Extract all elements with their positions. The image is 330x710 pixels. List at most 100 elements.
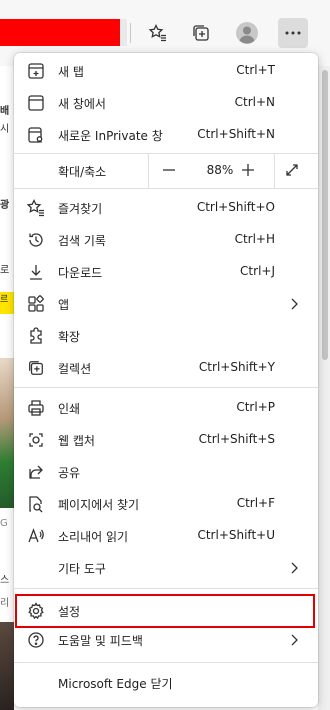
more-dots-icon <box>285 31 301 35</box>
help-icon <box>26 630 46 650</box>
minus-icon <box>163 169 175 171</box>
menu-item-downloads[interactable]: 다운로드 Ctrl+J <box>14 256 318 288</box>
menu-item-label: 다운로드 <box>58 266 103 280</box>
settings-and-more-button[interactable] <box>278 18 308 48</box>
menu-item-shortcut: Ctrl+Shift+Y <box>198 360 275 374</box>
menu-item-help-feedback[interactable]: 도움말 및 피드백 <box>14 624 318 656</box>
menu-item-history[interactable]: 검색 기록 Ctrl+H <box>14 224 318 256</box>
bg-text: 스 <box>0 575 10 586</box>
collections-button[interactable] <box>186 18 216 48</box>
menu-item-label: Microsoft Edge 닫기 <box>58 677 173 691</box>
menu-item-shortcut: Ctrl+J <box>240 264 275 278</box>
bg-text: 로 <box>0 265 10 276</box>
chevron-right-icon <box>291 634 298 646</box>
inprivate-icon <box>26 125 46 145</box>
toolbar-divider <box>130 23 131 43</box>
full-screen-button[interactable] <box>278 158 306 182</box>
menu-item-new-window[interactable]: 새 창에서 Ctrl+N <box>14 87 318 119</box>
profile-icon <box>236 22 258 44</box>
menu-item-more-tools[interactable]: 기타 도구 <box>14 552 318 584</box>
menu-item-extensions[interactable]: 확장 <box>14 320 318 352</box>
menu-item-print[interactable]: 인쇄 Ctrl+P <box>14 392 318 424</box>
bg-text: 르 <box>0 295 9 305</box>
menu-item-label: 앱 <box>58 298 70 312</box>
menu-item-label: 도움말 및 피드백 <box>58 634 143 648</box>
bg-yellow-banner: 르 <box>0 292 14 314</box>
page-content-behind: 배 시 광 로 르 G 스 리 <box>0 66 14 710</box>
menu-item-apps[interactable]: 앱 <box>14 288 318 320</box>
star-list-icon <box>148 23 166 42</box>
menu-item-label: 소리내어 읽기 <box>58 530 129 544</box>
download-icon <box>26 262 46 282</box>
menu-item-label: 공유 <box>58 466 81 480</box>
zoom-row: 확대/축소 88% <box>14 153 318 188</box>
menu-separator <box>14 387 318 388</box>
bg-text: 배 <box>0 106 10 117</box>
apps-icon <box>26 294 46 314</box>
expand-icon <box>286 164 298 176</box>
settings-and-more-menu: 새 탭 Ctrl+T 새 창에서 Ctrl+N 새로운 InPrivate 창 … <box>14 53 318 707</box>
menu-item-collections[interactable]: 컬렉션 Ctrl+Shift+Y <box>14 352 318 384</box>
menu-item-find-on-page[interactable]: 페이지에서 찾기 Ctrl+F <box>14 488 318 520</box>
menu-item-label: 기타 도구 <box>58 562 106 576</box>
menu-item-label: 컬렉션 <box>58 362 92 376</box>
bg-text: 시 <box>0 124 10 135</box>
web-capture-icon <box>26 430 46 450</box>
menu-item-label: 새 탭 <box>58 65 84 79</box>
favorites-icon <box>26 198 46 218</box>
menu-item-web-capture[interactable]: 웹 캡처 Ctrl+Shift+S <box>14 424 318 456</box>
menu-item-read-aloud[interactable]: 소리내어 읽기 Ctrl+Shift+U <box>14 520 318 552</box>
menu-item-inprivate[interactable]: 새로운 InPrivate 창 Ctrl+Shift+N <box>14 119 318 151</box>
menu-item-label: 확장 <box>58 330 81 344</box>
menu-item-label: 새로운 InPrivate 창 <box>58 129 163 143</box>
zoom-in-button[interactable] <box>234 158 262 182</box>
zoom-out-button[interactable] <box>155 158 183 182</box>
menu-item-shortcut: Ctrl+H <box>234 232 275 246</box>
chevron-right-icon <box>291 298 298 310</box>
settings-highlight-box <box>15 594 315 628</box>
bg-photo <box>0 622 14 710</box>
bg-photo <box>0 358 14 508</box>
menu-item-shortcut: Ctrl+Shift+O <box>196 200 275 214</box>
menu-item-shortcut: Ctrl+T <box>236 63 275 77</box>
chevron-right-icon <box>291 562 298 574</box>
menu-separator <box>14 588 318 589</box>
menu-item-shortcut: Ctrl+Shift+U <box>197 528 275 542</box>
zoom-label: 확대/축소 <box>58 165 107 179</box>
favorites-button[interactable] <box>143 18 173 48</box>
menu-item-label: 인쇄 <box>58 402 81 416</box>
address-bar-redacted[interactable] <box>0 19 120 46</box>
collections-icon <box>193 25 209 41</box>
menu-item-favorites[interactable]: 즐겨찾기 Ctrl+Shift+O <box>14 192 318 224</box>
menu-separator <box>14 188 318 189</box>
read-aloud-icon <box>26 526 46 546</box>
menu-item-label: 새 창에서 <box>58 97 106 111</box>
menu-item-new-tab[interactable]: 새 탭 Ctrl+T <box>14 55 318 87</box>
menu-item-shortcut: Ctrl+Shift+N <box>197 127 275 141</box>
bg-text: G <box>0 518 8 529</box>
menu-item-shortcut: Ctrl+P <box>236 400 275 414</box>
menu-item-label: 즐겨찾기 <box>58 202 103 216</box>
bg-text: 광 <box>0 200 10 211</box>
menu-item-label: 페이지에서 찾기 <box>58 498 140 512</box>
find-icon <box>26 494 46 514</box>
menu-item-label: 웹 캡처 <box>58 434 95 448</box>
zoom-divider <box>274 153 275 188</box>
profile-button[interactable] <box>232 18 262 48</box>
collections-icon <box>26 358 46 378</box>
menu-item-label: 검색 기록 <box>58 234 106 248</box>
menu-item-shortcut: Ctrl+F <box>236 496 275 510</box>
bg-text: 리 <box>0 598 10 609</box>
address-bar-end[interactable] <box>120 19 127 46</box>
menu-item-shortcut: Ctrl+Shift+S <box>198 432 275 446</box>
menu-item-share[interactable]: 공유 <box>14 456 318 488</box>
menu-separator <box>14 662 318 663</box>
history-icon <box>26 230 46 250</box>
new-window-icon <box>26 93 46 113</box>
share-icon <box>26 462 46 482</box>
menu-item-close-edge[interactable]: Microsoft Edge 닫기 <box>14 667 318 699</box>
scrollbar-thumb[interactable] <box>322 70 328 360</box>
print-icon <box>26 398 46 418</box>
new-tab-icon <box>26 61 46 81</box>
page-scrollbar[interactable] <box>318 66 330 710</box>
